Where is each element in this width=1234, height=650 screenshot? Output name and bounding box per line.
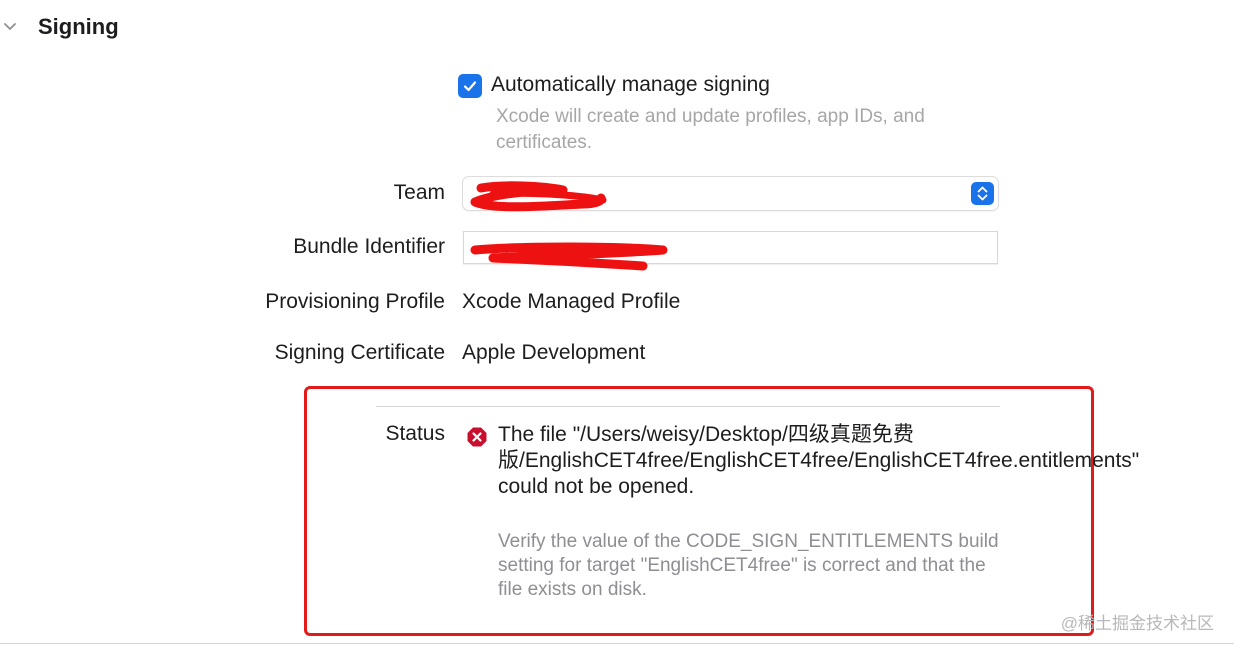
- bundle-identifier-label: Bundle Identifier: [293, 235, 445, 258]
- auto-signing-checkbox[interactable]: [458, 74, 482, 98]
- auto-signing-helper-text: Xcode will create and update profiles, a…: [496, 106, 925, 153]
- status-error-message: The file "/Users/weisy/Desktop/四级真题免费版/E…: [498, 423, 1140, 498]
- signing-settings-panel: Signing Automatically manage signing Xco…: [0, 0, 1234, 650]
- divider: [0, 643, 1234, 644]
- divider: [376, 406, 1000, 407]
- team-label: Team: [393, 181, 445, 204]
- error-icon: [467, 427, 487, 447]
- section-title: Signing: [38, 14, 119, 39]
- auto-signing-label[interactable]: Automatically manage signing: [491, 73, 770, 97]
- status-label: Status: [385, 422, 445, 445]
- signing-certificate-label: Signing Certificate: [274, 341, 445, 364]
- provisioning-profile-value: Xcode Managed Profile: [462, 290, 681, 313]
- up-down-arrows-icon: [977, 186, 988, 201]
- signing-certificate-value: Apple Development: [462, 341, 646, 364]
- checkmark-icon: [463, 81, 477, 92]
- chevron-down-icon[interactable]: [3, 20, 17, 34]
- status-hint-text: Verify the value of the CODE_SIGN_ENTITL…: [498, 531, 999, 600]
- watermark: @稀土掘金技术社区: [1060, 614, 1214, 633]
- team-popup[interactable]: [463, 177, 998, 210]
- popup-stepper-icon[interactable]: [971, 182, 994, 205]
- provisioning-profile-label: Provisioning Profile: [265, 290, 445, 313]
- bundle-identifier-field[interactable]: [463, 231, 998, 264]
